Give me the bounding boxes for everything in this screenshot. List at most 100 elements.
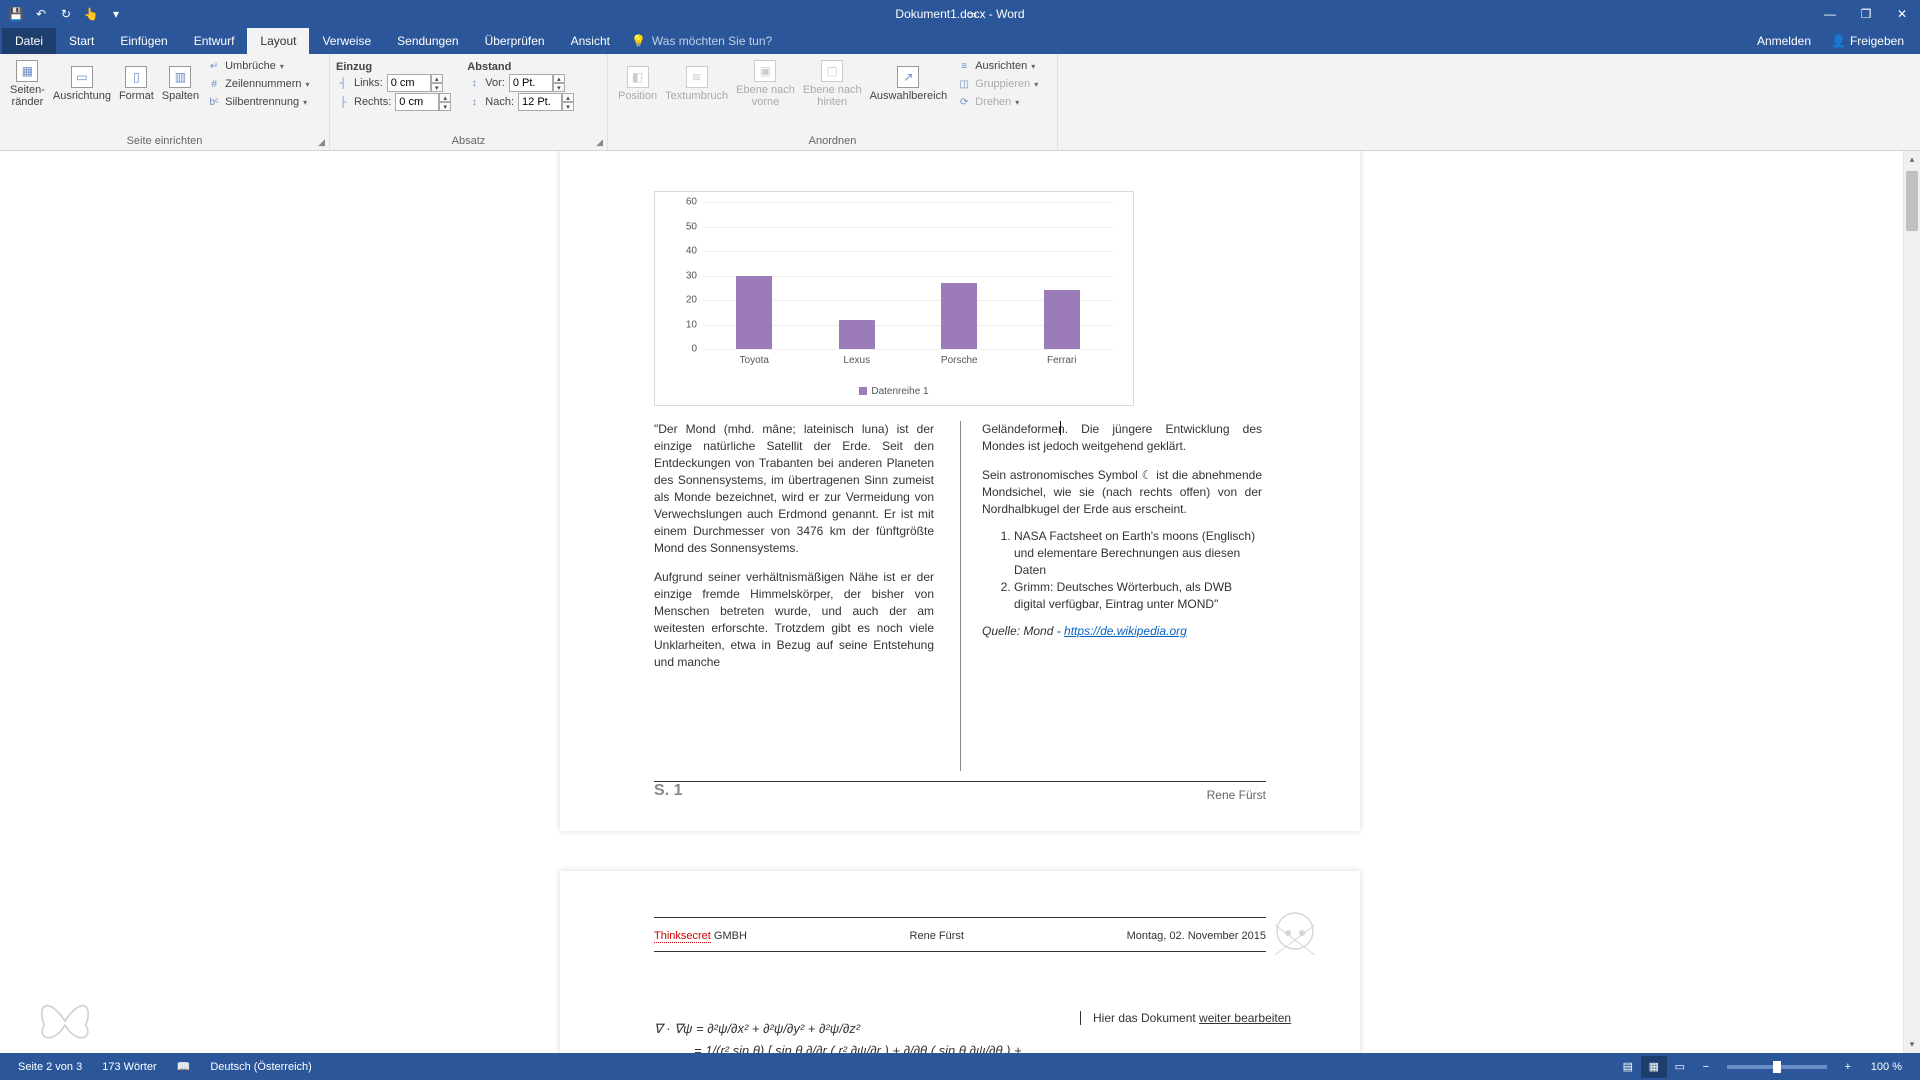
chart-object[interactable]: 0102030405060ToyotaLexusPorscheFerrari D… [654,191,1134,406]
status-proofing-icon[interactable]: 📖 [167,1060,201,1073]
maximize-button[interactable]: ❐ [1848,0,1884,28]
line-numbers-button[interactable]: #Zeilennummern▾ [207,77,309,91]
header-date: Montag, 02. November 2015 [1127,930,1266,942]
chart-y-tick: 20 [677,295,697,306]
indent-left-input[interactable] [387,74,431,92]
qat-customize-icon[interactable]: ▾ [106,4,126,24]
undo-icon[interactable]: ↶ [31,4,51,24]
minimize-button[interactable]: — [1812,0,1848,28]
tab-layout[interactable]: Layout [247,28,309,54]
columns-button[interactable]: ▥Spalten [158,58,203,110]
tab-view[interactable]: Ansicht [558,28,623,54]
equation-line: = 1/(r² sin θ) [ sin θ ∂/∂r ( r² ∂ψ/∂r )… [654,1043,1044,1053]
align-button[interactable]: ≡Ausrichten▾ [957,59,1038,73]
indent-right-input[interactable] [395,93,439,111]
chart-y-tick: 30 [677,270,697,281]
tell-me-placeholder: Was möchten Sie tun? [652,34,772,48]
spin-up[interactable]: ▴ [431,74,443,83]
tab-references[interactable]: Verweise [309,28,384,54]
indent-left-icon: ┤ [336,76,350,90]
zoom-in-button[interactable]: + [1835,1056,1861,1078]
share-label: Freigeben [1850,34,1904,48]
spacing-after-input[interactable] [518,93,562,111]
chart-bar[interactable] [941,283,977,349]
selection-pane-button[interactable]: ↗Auswahlbereich [866,58,952,110]
scrollbar-thumb[interactable] [1906,171,1918,231]
chart-x-label: Ferrari [1037,355,1087,366]
zoom-out-button[interactable]: − [1693,1056,1719,1078]
text-box[interactable]: Hier das Dokument weiter bearbeiten [1080,1011,1300,1025]
spin-up[interactable]: ▴ [439,93,451,102]
column-separator [960,421,961,771]
list-item[interactable]: Grimm: Deutsches Wörterbuch, als DWB dig… [1014,579,1262,613]
group-arrange: ◧Position ≋Textumbruch ▣Ebene nach vorne… [608,54,1058,150]
list-item[interactable]: NASA Factsheet on Earth's moons (Englisc… [1014,528,1262,579]
source-line[interactable]: Quelle: Mond - https://de.wikipedia.org [982,623,1262,640]
document-title: Dokument1.docx - Word [895,7,1024,21]
hyphenation-button[interactable]: bᶜSilbentrennung▾ [207,95,309,109]
paragraph[interactable]: Aufgrund seiner verhältnismäßigen Nähe i… [654,569,934,671]
page-2[interactable]: Thinksecret GMBH Rene Fürst Montag, 02. … [560,871,1360,1053]
spacing-before-field[interactable]: ↕Vor:▴▾ [467,74,574,92]
indent-right-field[interactable]: ├Rechts:▴▾ [336,93,451,111]
share-button[interactable]: 👤 Freigeben [1823,34,1912,48]
spacing-before-input[interactable] [509,74,553,92]
paragraph[interactable]: Sein astronomisches Symbol ☾ ist die abn… [982,467,1262,518]
equation-object[interactable]: ∇ · ∇ψ = ∂²ψ/∂x² + ∂²ψ/∂y² + ∂²ψ/∂z² = 1… [654,1021,1044,1053]
print-layout-icon[interactable]: ▦ [1641,1056,1667,1078]
close-button[interactable]: ✕ [1884,0,1920,28]
scroll-up-icon[interactable]: ▴ [1904,151,1920,168]
spin-down[interactable]: ▾ [553,83,565,92]
group-objects-button: ◫Gruppieren▾ [957,77,1038,91]
indent-left-field[interactable]: ┤Links:▴▾ [336,74,451,92]
tab-review[interactable]: Überprüfen [472,28,558,54]
tab-design[interactable]: Entwurf [181,28,248,54]
touch-mode-icon[interactable]: 👆 [81,4,101,24]
chart-bar[interactable] [1044,290,1080,349]
hyperlink[interactable]: https://de.wikipedia.org [1064,624,1187,638]
margins-button[interactable]: ▦Seiten- ränder [6,58,49,110]
spin-up[interactable]: ▴ [562,93,574,102]
web-layout-icon[interactable]: ▭ [1667,1056,1693,1078]
page-1[interactable]: 0102030405060ToyotaLexusPorscheFerrari D… [560,151,1360,831]
breaks-button[interactable]: ↵Umbrüche▾ [207,59,309,73]
save-icon[interactable]: 💾 [6,4,26,24]
spin-down[interactable]: ▾ [562,102,574,111]
paragraph[interactable]: Geländeformen. Die jüngere Entwicklung d… [982,421,1262,455]
read-mode-icon[interactable]: ▤ [1615,1056,1641,1078]
size-button[interactable]: ▯Format [115,58,158,110]
orientation-button[interactable]: ▭Ausrichtung [49,58,115,110]
spin-up[interactable]: ▴ [553,74,565,83]
status-bar: Seite 2 von 3 173 Wörter 📖 Deutsch (Öste… [0,1053,1920,1080]
scroll-down-icon[interactable]: ▾ [1904,1036,1920,1053]
zoom-level[interactable]: 100 % [1861,1061,1912,1073]
chart-bar[interactable] [736,276,772,350]
status-word-count[interactable]: 173 Wörter [92,1061,166,1073]
tell-me-search[interactable]: 💡 Was möchten Sie tun? [631,28,772,54]
paragraph[interactable]: "Der Mond (mhd. mâne; lateinisch luna) i… [654,421,934,557]
hyperlink[interactable]: weiter bearbeiten [1199,1011,1291,1025]
page-setup-dialog-icon[interactable]: ◢ [318,137,325,148]
chart-bar[interactable] [839,320,875,349]
align-icon: ≡ [957,59,971,73]
spin-down[interactable]: ▾ [439,102,451,111]
document-canvas[interactable]: 0102030405060ToyotaLexusPorscheFerrari D… [0,151,1920,1053]
footer-author: Rene Fürst [1207,788,1266,802]
group-label-page-setup: Seite einrichten [127,135,203,147]
tab-home[interactable]: Start [56,28,107,54]
vertical-scrollbar[interactable]: ▴ ▾ [1903,151,1920,1053]
skull-watermark-icon [1260,905,1330,965]
status-page[interactable]: Seite 2 von 3 [8,1061,92,1073]
body-column-1[interactable]: "Der Mond (mhd. mâne; lateinisch luna) i… [654,421,934,671]
spin-down[interactable]: ▾ [431,83,443,92]
spacing-after-field[interactable]: ↕Nach:▴▾ [467,93,574,111]
body-column-2[interactable]: Geländeformen. Die jüngere Entwicklung d… [982,421,1262,640]
paragraph-dialog-icon[interactable]: ◢ [596,137,603,148]
tab-insert[interactable]: Einfügen [107,28,180,54]
status-language[interactable]: Deutsch (Österreich) [200,1061,321,1073]
tab-file[interactable]: Datei [2,28,56,54]
redo-icon[interactable]: ↻ [56,4,76,24]
sign-in-link[interactable]: Anmelden [1749,34,1819,48]
zoom-slider[interactable] [1727,1065,1827,1069]
tab-mailings[interactable]: Sendungen [384,28,471,54]
